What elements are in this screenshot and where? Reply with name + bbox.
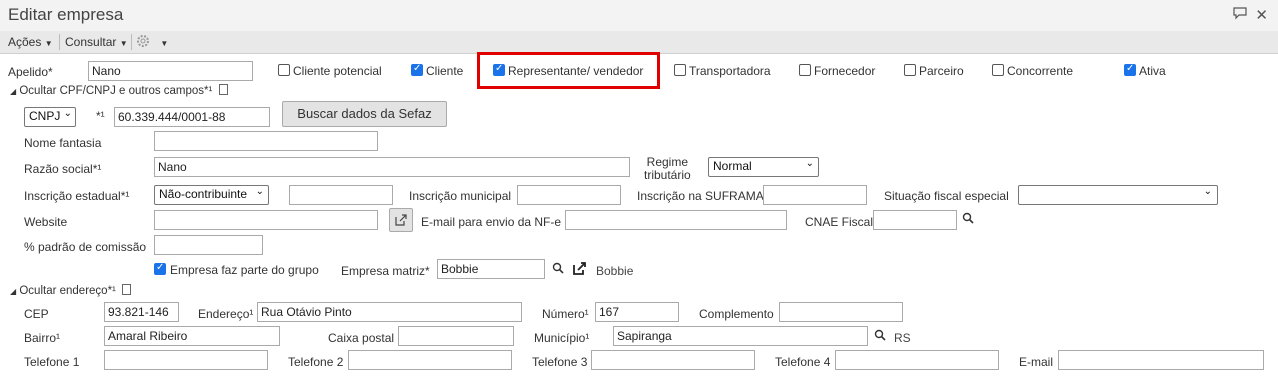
empresa-matriz-link[interactable]: Bobbie — [596, 264, 633, 278]
window-titlebar: Editar empresa ✕ — [0, 0, 1278, 32]
endereco-label: Endereço¹ — [198, 307, 254, 321]
telefone1-input[interactable] — [104, 350, 268, 370]
empresa-matriz-input[interactable] — [437, 259, 545, 279]
razao-social-input[interactable] — [154, 157, 630, 177]
suframa-input[interactable] — [763, 185, 867, 205]
collapse-triangle-icon: ◢ — [10, 87, 17, 96]
caixa-postal-label: Caixa postal — [328, 331, 395, 345]
external-link-icon — [395, 214, 407, 226]
search-icon[interactable] — [962, 212, 974, 227]
cnae-label: CNAE Fiscal — [805, 215, 874, 229]
apelido-input[interactable] — [88, 61, 253, 81]
gear-icon — [137, 35, 149, 47]
titlebar-icons: ✕ — [1232, 6, 1268, 24]
regime-tributario-select[interactable]: Normal ⌄ — [708, 157, 819, 177]
telefone2-input[interactable] — [348, 350, 512, 370]
uf-text: RS — [894, 331, 911, 345]
complemento-input[interactable] — [779, 302, 903, 322]
inscricao-municipal-input[interactable] — [517, 185, 621, 205]
chat-icon[interactable] — [1232, 7, 1252, 23]
settings-menu[interactable]: ▼ — [135, 33, 168, 52]
complemento-label: Complemento — [699, 307, 774, 321]
telefone3-input[interactable] — [591, 350, 755, 370]
razao-social-label: Razão social*¹ — [24, 162, 102, 176]
acoes-menu[interactable]: Ações ▼ — [8, 35, 53, 49]
telefone2-label: Telefone 2 — [288, 355, 344, 369]
email-input[interactable] — [1058, 350, 1264, 370]
cep-label: CEP — [24, 307, 49, 321]
toolbar-separator — [59, 34, 60, 50]
inscricao-estadual-select[interactable]: Não-contribuinte ⌄ — [154, 185, 269, 205]
municipio-input[interactable] — [613, 326, 868, 346]
numero-input[interactable] — [595, 302, 679, 322]
situacao-fiscal-select[interactable]: ⌄ — [1018, 185, 1218, 205]
close-icon[interactable]: ✕ — [1255, 7, 1268, 24]
cnpj-input[interactable] — [114, 107, 270, 127]
comissao-input[interactable] — [154, 235, 263, 255]
municipio-label: Município¹ — [534, 331, 590, 345]
apelido-label: Apelido* — [8, 65, 53, 79]
email-label: E-mail — [1019, 355, 1054, 369]
cep-input[interactable] — [104, 302, 179, 322]
endereco-input[interactable] — [257, 302, 522, 322]
consultar-menu[interactable]: Consultar ▼ — [65, 35, 128, 49]
cnae-input[interactable] — [873, 210, 957, 230]
doc-type-select[interactable]: CNPJ ⌄ — [24, 107, 76, 127]
inscricao-estadual-label: Inscrição estadual*¹ — [24, 189, 130, 203]
situacao-fiscal-label: Situação fiscal especial — [884, 189, 1009, 203]
empresa-matriz-label: Empresa matriz* — [341, 264, 430, 278]
telefone4-label: Telefone 4 — [775, 355, 831, 369]
search-icon[interactable] — [874, 329, 886, 344]
inscricao-municipal-label: Inscrição municipal — [409, 189, 512, 203]
nome-fantasia-label: Nome fantasia — [24, 136, 102, 150]
window-title: Editar empresa — [8, 5, 124, 24]
bairro-label: Bairro¹ — [24, 331, 61, 345]
numero-label: Número¹ — [542, 307, 589, 321]
notes-icon — [218, 84, 228, 95]
email-nfe-label: E-mail para envio da NF-e — [421, 215, 562, 229]
open-link-button[interactable] — [389, 208, 413, 232]
email-nfe-input[interactable] — [565, 210, 787, 230]
doc-required-marker: *¹ — [96, 109, 105, 123]
inscricao-estadual-input[interactable] — [289, 185, 393, 205]
suframa-label: Inscrição na SUFRAMA — [637, 189, 764, 203]
notes-icon — [122, 284, 132, 295]
nome-fantasia-input[interactable] — [154, 131, 378, 151]
toolbar-separator — [131, 34, 132, 50]
bairro-input[interactable] — [104, 326, 280, 346]
caixa-postal-input[interactable] — [398, 326, 514, 346]
telefone1-label: Telefone 1 — [24, 355, 80, 369]
website-label: Website — [24, 215, 68, 229]
search-icon[interactable] — [552, 262, 564, 277]
telefone4-input[interactable] — [835, 350, 999, 370]
toolbar: Ações ▼ Consultar ▼ ▼ — [0, 31, 1278, 54]
external-link-icon[interactable] — [572, 261, 587, 279]
comissao-label: % padrão de comissão — [24, 240, 147, 254]
collapse-triangle-icon: ◢ — [10, 287, 17, 296]
website-input[interactable] — [154, 210, 378, 230]
buscar-sefaz-button[interactable]: Buscar dados da Sefaz — [282, 101, 447, 127]
regime-tributario-label: Regime tributário — [644, 155, 691, 182]
endereco-section-toggle[interactable]: ◢ Ocultar endereço*¹ — [10, 284, 132, 297]
cpf-section-toggle[interactable]: ◢ Ocultar CPF/CNPJ e outros campos*¹ — [10, 84, 228, 97]
telefone3-label: Telefone 3 — [532, 355, 588, 369]
